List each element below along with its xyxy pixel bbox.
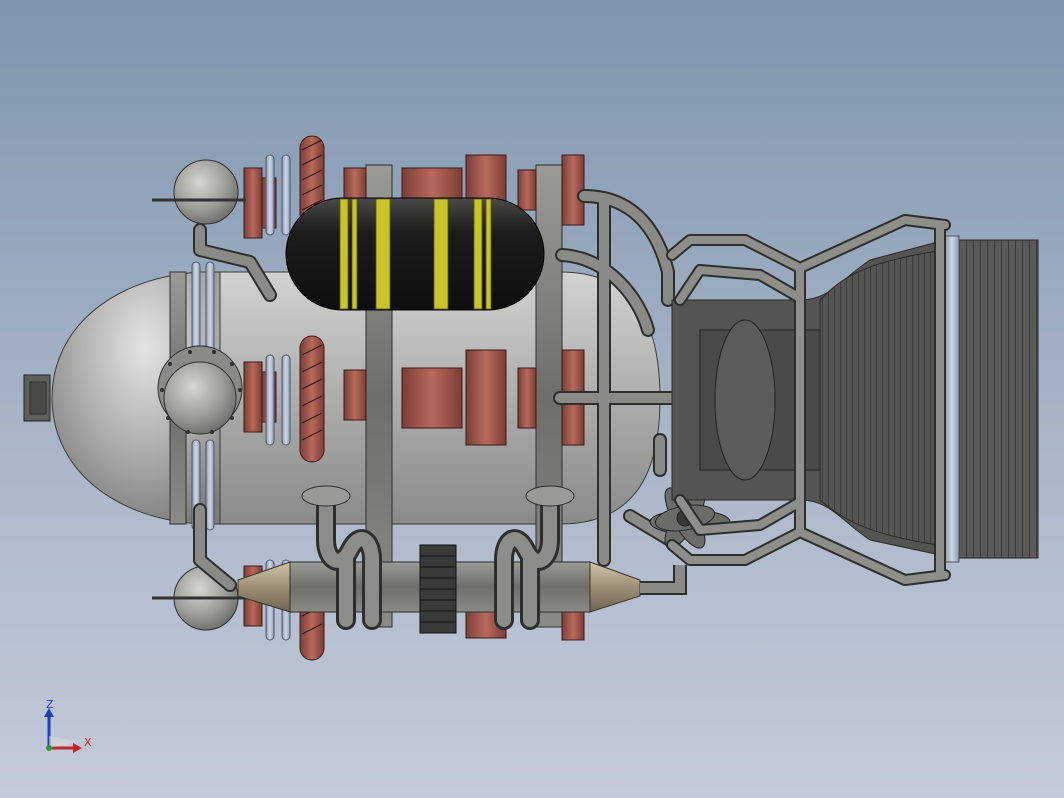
pressure-tank[interactable] <box>285 197 545 311</box>
x-axis-label: X <box>84 736 92 749</box>
axis-triad: Z X <box>38 698 98 758</box>
origin-dot <box>46 745 52 751</box>
rocket-engine-model[interactable] <box>0 0 1064 798</box>
z-axis-label: Z <box>46 698 54 711</box>
x-axis-arrowhead <box>73 743 82 753</box>
cad-viewport[interactable]: Z X <box>0 0 1064 798</box>
thrust-nozzle[interactable] <box>671 235 1039 563</box>
